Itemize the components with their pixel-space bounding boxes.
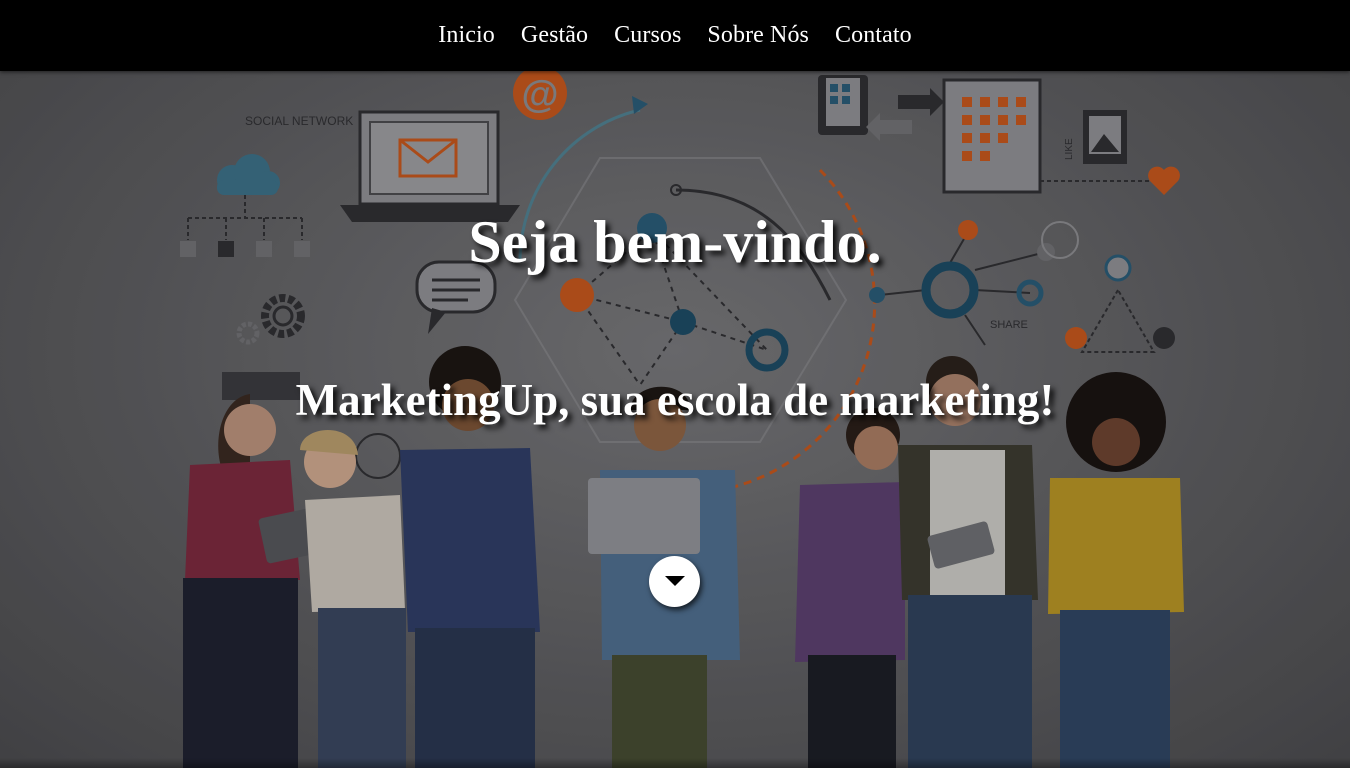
scroll-down-button[interactable] <box>649 556 700 607</box>
navbar: Inicio Gestão Cursos Sobre Nós Contato <box>0 0 1350 71</box>
nav-link-inicio[interactable]: Inicio <box>438 22 495 49</box>
hero-title: Seja bem-vindo. <box>468 209 882 275</box>
nav-link-gestao[interactable]: Gestão <box>521 22 588 49</box>
nav-menu: Inicio Gestão Cursos Sobre Nós Contato <box>0 0 1350 71</box>
hero-section: SOCIAL NETWORK @ LIKE SHARE Seja bem-vin… <box>0 71 1350 768</box>
hero-subtitle: MarketingUp, sua escola de marketing! <box>295 375 1055 425</box>
caret-down-icon <box>665 576 685 586</box>
nav-link-contato[interactable]: Contato <box>835 22 912 49</box>
nav-link-sobre-nos[interactable]: Sobre Nós <box>707 22 809 49</box>
page: Inicio Gestão Cursos Sobre Nós Contato S… <box>0 0 1350 768</box>
nav-link-cursos[interactable]: Cursos <box>614 22 681 49</box>
hero-bottom-shade <box>0 758 1350 768</box>
